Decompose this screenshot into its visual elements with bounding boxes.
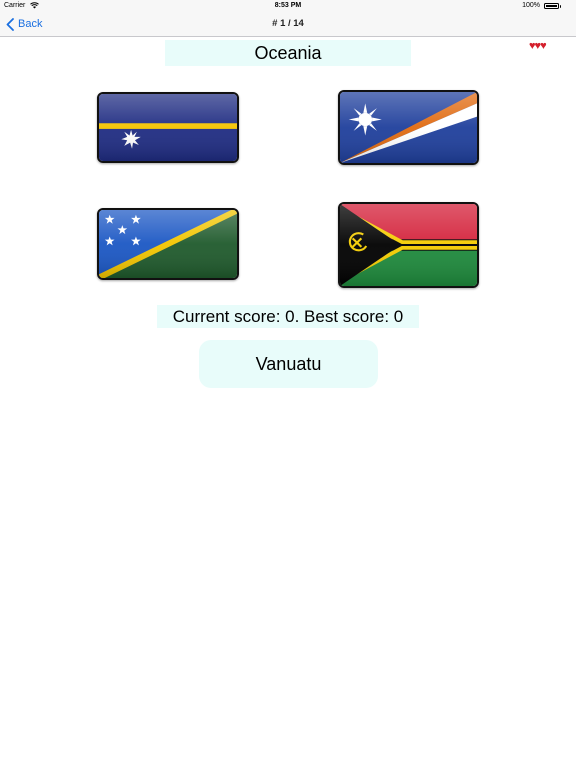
score-label: Current score: 0. Best score: 0: [157, 305, 419, 328]
question-counter: # 1 / 14: [272, 18, 304, 29]
marshall-islands-flag-icon[interactable]: [338, 90, 479, 165]
lives-hearts-icon: ♥♥♥: [529, 40, 547, 52]
status-bar: Carrier 8:53 PM 100%: [0, 0, 576, 12]
vanuatu-flag-icon[interactable]: [338, 202, 479, 288]
battery-percent: 100%: [522, 2, 540, 9]
navigation-bar: Back # 1 / 14: [0, 12, 576, 37]
battery-tip: [559, 5, 561, 8]
nauru-flag-icon[interactable]: [97, 92, 239, 163]
battery-icon: [544, 3, 559, 9]
answer-country-button[interactable]: Vanuatu: [199, 340, 378, 388]
solomon-islands-flag-icon[interactable]: [97, 208, 239, 280]
clock-time: 8:53 PM: [274, 2, 302, 9]
region-title: Oceania: [165, 40, 411, 66]
